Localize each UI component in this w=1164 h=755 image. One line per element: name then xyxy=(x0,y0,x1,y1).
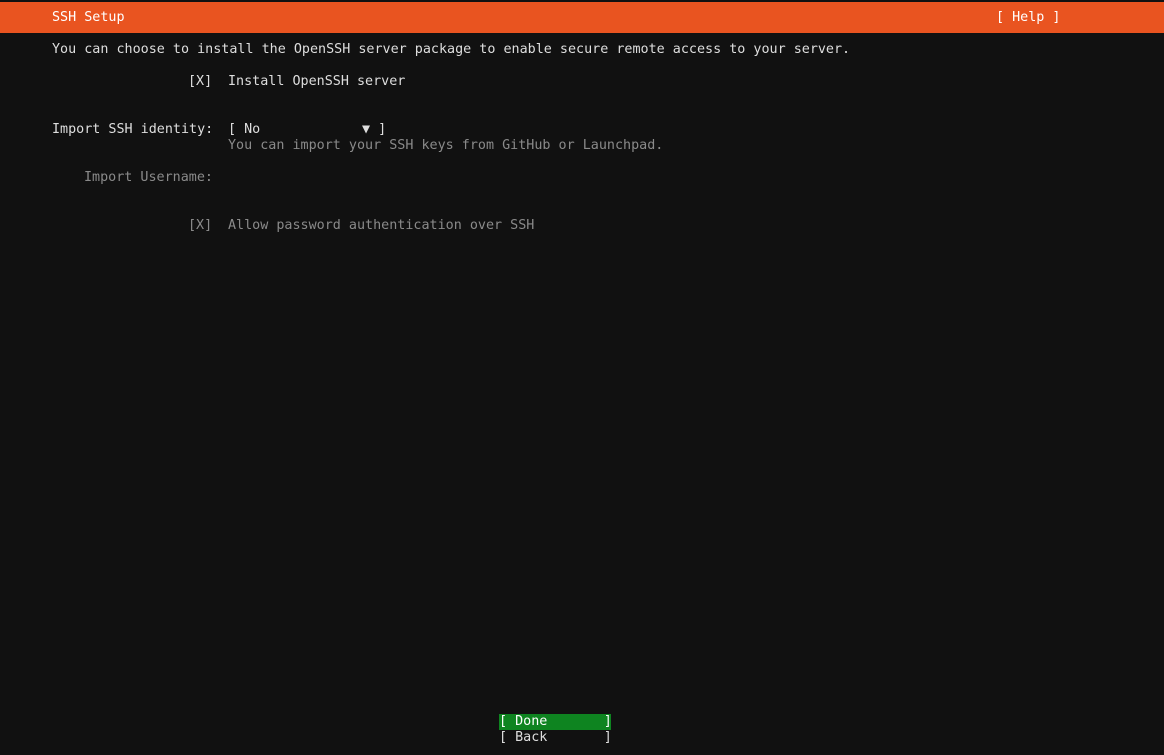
allow-password-checkbox[interactable]: [X] xyxy=(188,218,212,234)
done-button[interactable]: [ Done ] xyxy=(499,714,612,730)
title-bar: SSH Setup [ Help ] xyxy=(0,2,1164,33)
chevron-down-icon: ▼ ] xyxy=(362,122,387,137)
import-username-label: Import Username: xyxy=(84,170,213,185)
import-identity-select-value: [ No xyxy=(228,122,261,137)
import-identity-hint: You can import your SSH keys from GitHub… xyxy=(228,138,664,153)
allow-password-label: Allow password authentication over SSH xyxy=(228,218,535,233)
install-openssh-label: Install OpenSSH server xyxy=(228,74,406,89)
import-username-field[interactable] xyxy=(228,170,628,186)
help-button[interactable]: [ Help ] xyxy=(996,10,1061,26)
screen-title: SSH Setup xyxy=(52,10,125,25)
import-identity-label: Import SSH identity: xyxy=(52,122,214,137)
back-button[interactable]: [ Back ] xyxy=(499,730,612,746)
install-openssh-checkbox[interactable]: [X] xyxy=(188,74,212,90)
intro-text: You can choose to install the OpenSSH se… xyxy=(52,42,851,57)
